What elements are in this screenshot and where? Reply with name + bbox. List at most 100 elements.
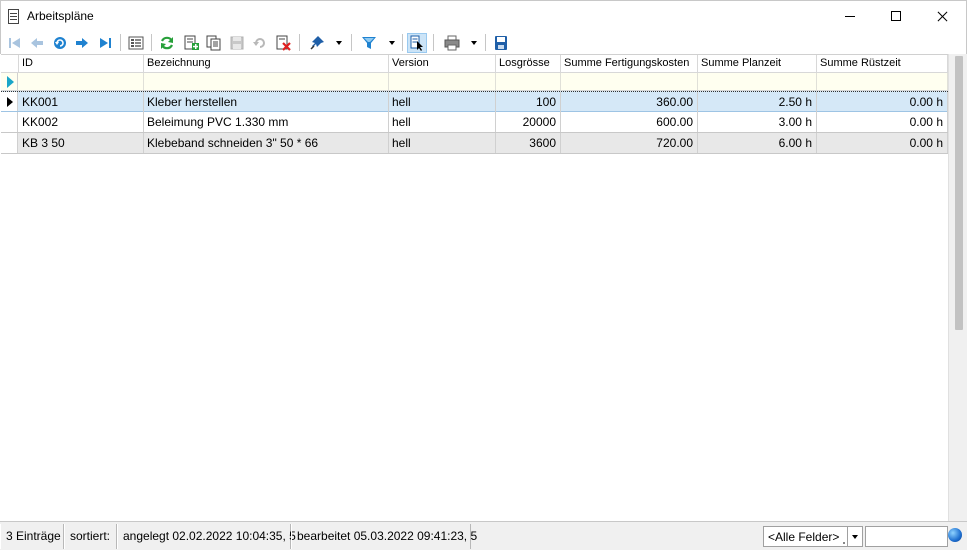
- edited-info: bearbeitet 05.03.2022 09:41:23, 5: [291, 524, 477, 549]
- cell-bezeichnung[interactable]: Kleber herstellen: [144, 92, 389, 112]
- scrollbar-thumb[interactable]: [955, 56, 963, 330]
- field-select-dropdown[interactable]: <Alle Felder>: [763, 526, 863, 547]
- undo-icon: [253, 38, 265, 48]
- cell-planzeit[interactable]: 2.50 h: [698, 92, 817, 112]
- back-history-button[interactable]: [50, 33, 70, 53]
- print-dropdown-icon[interactable]: [471, 41, 477, 45]
- export-button[interactable]: [491, 33, 511, 53]
- close-button[interactable]: [919, 1, 965, 31]
- filter-row-icon: [7, 76, 14, 88]
- cell-bezeichnung[interactable]: Beleimung PVC 1.330 mm: [144, 112, 389, 132]
- delete-icon: [276, 35, 291, 51]
- delete-record-button[interactable]: [273, 33, 293, 53]
- column-header-id[interactable]: ID: [19, 55, 144, 73]
- cell-planzeit[interactable]: 3.00 h: [698, 112, 817, 132]
- refresh-icon: [161, 36, 173, 50]
- filter-cell-ruestzeit[interactable]: [817, 73, 948, 90]
- cell-version[interactable]: hell: [389, 112, 496, 132]
- filter-icon: [362, 37, 376, 49]
- filter-row-indicator: [1, 73, 18, 90]
- window-title: Arbeitspläne: [27, 9, 94, 23]
- chevron-down-icon: [852, 535, 858, 539]
- cell-losgroesse[interactable]: 100: [496, 92, 561, 112]
- selection-mode-button[interactable]: [407, 33, 427, 53]
- skip-to-first-icon: [9, 38, 20, 48]
- cell-fertigungskosten[interactable]: 600.00: [561, 112, 698, 132]
- cell-fertigungskosten[interactable]: 360.00: [561, 92, 698, 112]
- printer-icon: [444, 35, 460, 51]
- column-header-losgroesse[interactable]: Losgrösse: [496, 55, 561, 73]
- cell-planzeit[interactable]: 6.00 h: [698, 133, 817, 153]
- list-view-icon: [128, 36, 144, 50]
- new-record-button[interactable]: [181, 33, 201, 53]
- cell-id[interactable]: KB 3 50: [19, 133, 144, 153]
- cursor-select-icon: [410, 35, 423, 51]
- save-record-button[interactable]: [227, 33, 247, 53]
- column-header-fertigungskosten[interactable]: Summe Fertigungskosten: [561, 55, 698, 73]
- globe-search-icon[interactable]: [948, 528, 962, 542]
- cell-losgroesse[interactable]: 20000: [496, 112, 561, 132]
- row-indicator: [1, 112, 18, 132]
- cell-version[interactable]: hell: [389, 92, 496, 112]
- column-header-ruestzeit[interactable]: Summe Rüstzeit: [817, 55, 948, 73]
- cell-ruestzeit[interactable]: 0.00 h: [817, 133, 948, 153]
- arrow-left-icon: [31, 38, 43, 48]
- next-record-button[interactable]: [72, 33, 92, 53]
- filter-cell-planzeit[interactable]: [698, 73, 817, 90]
- maximize-button[interactable]: [873, 1, 919, 31]
- cell-losgroesse[interactable]: 3600: [496, 133, 561, 153]
- status-bar: 3 Einträge sortiert: angelegt 02.02.2022…: [0, 521, 967, 550]
- row-indicator-header: [1, 55, 19, 73]
- save-icon: [230, 36, 244, 50]
- refresh-button[interactable]: [157, 33, 177, 53]
- cell-ruestzeit[interactable]: 0.00 h: [817, 92, 948, 112]
- undo-button[interactable]: [250, 33, 270, 53]
- maximize-icon: [891, 11, 901, 21]
- pin-icon: [310, 36, 324, 50]
- data-grid: ID Bezeichnung Version Losgrösse Summe F…: [1, 54, 948, 521]
- filter-cell-version[interactable]: [389, 73, 496, 90]
- search-input[interactable]: [865, 526, 948, 547]
- field-select-button[interactable]: [847, 527, 862, 546]
- created-info: angelegt 02.02.2022 10:04:35, 5: [117, 524, 296, 549]
- skip-to-last-icon: [100, 38, 111, 48]
- floppy-blue-icon: [495, 36, 507, 50]
- table-row[interactable]: KK001 Kleber herstellen hell 100 360.00 …: [1, 91, 948, 112]
- column-header-bezeichnung[interactable]: Bezeichnung: [144, 55, 389, 73]
- first-record-button[interactable]: [5, 33, 25, 53]
- row-indicator: [1, 133, 18, 153]
- cell-ruestzeit[interactable]: 0.00 h: [817, 112, 948, 132]
- copy-record-button[interactable]: [204, 33, 224, 53]
- list-view-button[interactable]: [126, 33, 146, 53]
- title-bar: Arbeitspläne: [0, 0, 967, 31]
- document-list-icon: [8, 9, 19, 24]
- cell-fertigungskosten[interactable]: 720.00: [561, 133, 698, 153]
- new-document-icon: [184, 35, 199, 50]
- copy-icon: [206, 35, 221, 51]
- record-count: 3 Einträge: [0, 524, 64, 549]
- cell-id[interactable]: KK001: [19, 92, 144, 112]
- pin-button[interactable]: [307, 33, 327, 53]
- filter-row: [1, 73, 948, 91]
- minimize-button[interactable]: [827, 1, 873, 31]
- filter-cell-bezeichnung[interactable]: [144, 73, 389, 90]
- column-header-version[interactable]: Version: [389, 55, 496, 73]
- last-record-button[interactable]: [95, 33, 115, 53]
- cell-id[interactable]: KK002: [19, 112, 144, 132]
- cell-bezeichnung[interactable]: Klebeband schneiden 3" 50 * 66: [144, 133, 389, 153]
- column-header-planzeit[interactable]: Summe Planzeit: [698, 55, 817, 73]
- table-row[interactable]: KB 3 50 Klebeband schneiden 3" 50 * 66 h…: [1, 133, 948, 154]
- table-row[interactable]: KK002 Beleimung PVC 1.330 mm hell 20000 …: [1, 112, 948, 133]
- filter-cell-id[interactable]: [19, 73, 144, 90]
- row-indicator: [1, 92, 18, 111]
- filter-button[interactable]: [359, 33, 379, 53]
- pin-dropdown-icon[interactable]: [336, 41, 342, 45]
- filter-dropdown-icon[interactable]: [389, 41, 395, 45]
- vertical-scrollbar[interactable]: [948, 54, 967, 521]
- print-button[interactable]: [442, 33, 462, 53]
- sort-status: sortiert:: [64, 524, 117, 549]
- cell-version[interactable]: hell: [389, 133, 496, 153]
- filter-cell-fertigungskosten[interactable]: [561, 73, 698, 90]
- filter-cell-losgroesse[interactable]: [496, 73, 561, 90]
- previous-record-button[interactable]: [27, 33, 47, 53]
